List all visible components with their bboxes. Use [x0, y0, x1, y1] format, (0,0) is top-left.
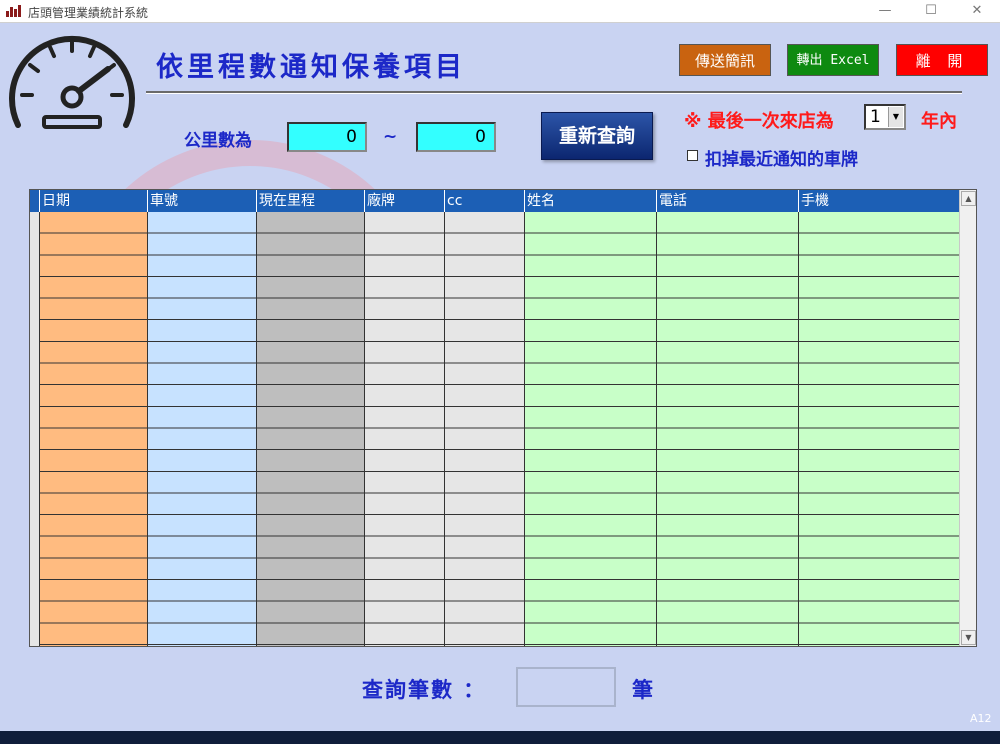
km-to-input[interactable]: 0 — [416, 122, 496, 152]
km-label: 公里數為 — [184, 131, 252, 151]
grid-scrollbar[interactable]: ▲ ▼ — [959, 190, 976, 646]
scroll-down-icon[interactable]: ▼ — [961, 630, 976, 645]
title-divider — [146, 91, 962, 94]
page-title: 依里程數通知保養項目 — [156, 52, 466, 83]
maximize-button[interactable]: ☐ — [908, 0, 954, 22]
column-header-mobile[interactable]: 手機 — [799, 190, 960, 212]
close-button[interactable]: ✕ — [954, 0, 1000, 22]
minimize-button[interactable]: — — [862, 0, 908, 22]
column-header-plate[interactable]: 車號 — [148, 190, 257, 212]
column-phone[interactable] — [657, 212, 799, 646]
header-corner — [30, 190, 40, 212]
exit-button[interactable]: 離 開 — [896, 44, 988, 76]
column-header-brand[interactable]: 廠牌 — [365, 190, 445, 212]
send-sms-button[interactable]: 傳送簡訊 — [679, 44, 771, 76]
main-form: 依里程數通知保養項目 傳送簡訊 轉出 Excel 離 開 公里數為 0 ~ 0 … — [0, 23, 1000, 731]
grid-header: 日期 車號 現在里程 廠牌 cc 姓名 電話 手機 — [30, 190, 960, 212]
record-count-field — [516, 667, 616, 707]
column-mobile[interactable] — [799, 212, 960, 646]
exclude-recent-checkbox[interactable] — [687, 150, 698, 161]
results-grid[interactable]: 日期 車號 現在里程 廠牌 cc 姓名 電話 手機 ▲ ▼ — [29, 189, 977, 647]
last-visit-label: ※ 最後一次來店為 — [684, 111, 834, 132]
record-count-label: 查詢筆數 ： — [362, 678, 487, 702]
column-mileage[interactable] — [257, 212, 365, 646]
column-brand[interactable] — [365, 212, 445, 646]
column-header-name[interactable]: 姓名 — [525, 190, 657, 212]
column-date[interactable] — [40, 212, 148, 646]
years-suffix-label: 年內 — [921, 111, 957, 132]
exclude-recent-label: 扣掉最近通知的車牌 — [705, 150, 858, 170]
column-header-phone[interactable]: 電話 — [657, 190, 799, 212]
requery-button[interactable]: 重新查詢 — [541, 112, 653, 160]
window-titlebar: 店頭管理業績統計系統 — ☐ ✕ — [0, 0, 1000, 23]
column-name[interactable] — [525, 212, 657, 646]
row-selector-column[interactable] — [30, 190, 40, 646]
km-from-input[interactable]: 0 — [287, 122, 367, 152]
taskbar — [0, 731, 1000, 744]
form-code: A12 — [970, 712, 992, 725]
years-select[interactable]: 1 ▼ — [864, 104, 906, 130]
column-plate[interactable] — [148, 212, 257, 646]
record-count-unit: 筆 — [632, 678, 653, 702]
export-excel-button[interactable]: 轉出 Excel — [787, 44, 879, 76]
speedometer-icon — [9, 35, 135, 129]
column-header-mileage[interactable]: 現在里程 — [257, 190, 365, 212]
chevron-down-icon[interactable]: ▼ — [888, 107, 903, 127]
scroll-up-icon[interactable]: ▲ — [961, 191, 976, 206]
column-header-date[interactable]: 日期 — [40, 190, 148, 212]
column-cc[interactable] — [445, 212, 525, 646]
column-header-cc[interactable]: cc — [445, 190, 525, 212]
years-select-value: 1 — [870, 107, 881, 127]
app-chart-icon — [6, 5, 22, 17]
km-separator: ~ — [383, 127, 398, 147]
window-title: 店頭管理業績統計系統 — [28, 6, 149, 20]
